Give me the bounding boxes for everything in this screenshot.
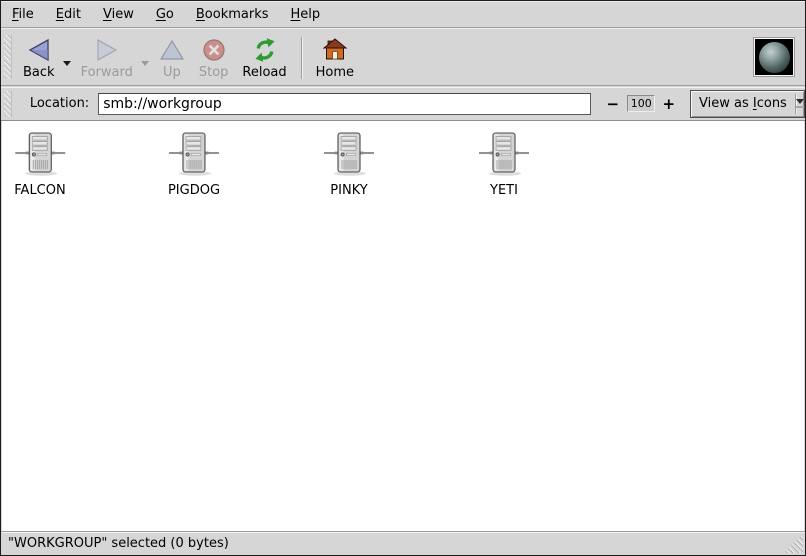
zoom-in-button[interactable]: +	[660, 97, 677, 111]
menu-item-file[interactable]: File	[1, 2, 45, 27]
menu-label: ookmarks	[205, 7, 269, 22]
zoom-level-indicator: 100	[627, 95, 655, 112]
file-label: PIGDOG	[166, 183, 222, 198]
file-icon-yeti[interactable]: YETI	[478, 131, 530, 198]
server-icon	[168, 131, 220, 181]
menu-label: dit	[64, 7, 81, 22]
home-icon	[322, 36, 348, 64]
forward-button[interactable]: Forward	[74, 34, 140, 82]
file-icon-falcon[interactable]: FALCON	[12, 131, 67, 198]
zoom-out-button[interactable]: −	[605, 97, 622, 111]
location-bar: Location: − 100 + View as Icons	[1, 87, 805, 121]
reload-button[interactable]: Reload	[235, 34, 293, 82]
location-input[interactable]	[98, 93, 590, 115]
file-icon-pinky[interactable]: PINKY	[323, 131, 375, 198]
toolbar-separator	[301, 37, 302, 79]
up-button[interactable]: Up	[152, 34, 192, 82]
chevron-down-icon	[795, 99, 804, 108]
home-label: Home	[316, 65, 354, 80]
back-history-chevron-down-icon[interactable]	[63, 61, 71, 66]
file-label: FALCON	[12, 183, 67, 198]
menu-label: elp	[300, 7, 320, 22]
server-icon	[478, 131, 530, 181]
up-arrow-icon	[159, 36, 185, 64]
menu-item-bookmarks[interactable]: Bookmarks	[185, 2, 280, 27]
menu-label: o	[166, 7, 174, 22]
status-text: "WORKGROUP" selected (0 bytes)	[8, 536, 229, 551]
reload-icon	[252, 36, 278, 64]
icon-view[interactable]: FALCON PIGDOG	[2, 121, 804, 532]
server-icon	[14, 131, 66, 181]
file-manager-window: File Edit View Go Bookmarks Help Back Fo…	[0, 0, 806, 556]
back-arrow-icon	[26, 36, 52, 64]
menu-label: B	[196, 7, 205, 22]
back-button[interactable]: Back	[16, 34, 62, 82]
stop-label: Stop	[199, 65, 229, 80]
location-bar-drag-handle[interactable]	[4, 91, 12, 117]
menu-label: G	[156, 7, 166, 22]
file-label: PINKY	[328, 183, 369, 198]
toolbar-drag-handle[interactable]	[4, 35, 12, 79]
view-mode-dropdown[interactable]: View as Icons	[690, 90, 805, 118]
menu-item-go[interactable]: Go	[145, 2, 185, 27]
stop-icon	[201, 36, 227, 64]
home-button[interactable]: Home	[309, 34, 361, 82]
menu-bar: File Edit View Go Bookmarks Help	[1, 1, 805, 28]
menu-item-edit[interactable]: Edit	[45, 2, 92, 27]
menu-label: V	[103, 7, 112, 22]
server-icon	[323, 131, 375, 181]
forward-label: Forward	[81, 65, 133, 80]
forward-history-chevron-down-icon[interactable]	[141, 61, 149, 66]
menu-label: iew	[112, 7, 134, 22]
stop-button[interactable]: Stop	[192, 34, 236, 82]
forward-arrow-icon	[94, 36, 120, 64]
menu-label: H	[291, 7, 301, 22]
file-icon-pigdog[interactable]: PIGDOG	[166, 131, 222, 198]
file-label: YETI	[488, 183, 520, 198]
menu-label: E	[56, 7, 64, 22]
status-bar: "WORKGROUP" selected (0 bytes)	[1, 531, 805, 555]
resize-grip[interactable]	[784, 534, 803, 553]
location-label: Location:	[30, 96, 89, 111]
view-mode-label: View as Icons	[691, 96, 795, 111]
throbber-icon	[754, 38, 794, 76]
reload-label: Reload	[242, 65, 286, 80]
menu-item-help[interactable]: Help	[280, 2, 332, 27]
back-label: Back	[23, 65, 55, 80]
main-toolbar: Back Forward Up Stop	[1, 28, 805, 86]
menu-label: ile	[19, 7, 34, 22]
menu-item-view[interactable]: View	[92, 2, 145, 27]
up-label: Up	[163, 65, 181, 80]
throbber-sphere	[759, 42, 790, 73]
